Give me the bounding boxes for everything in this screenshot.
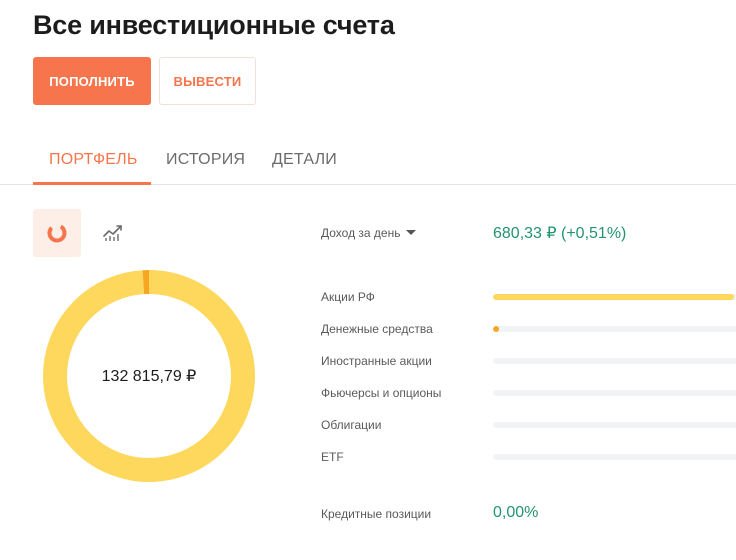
portfolio-donut-chart: 132 815,79 ₽ — [43, 270, 255, 482]
allocation-bar-fill — [493, 294, 734, 300]
allocation-label: ETF — [321, 450, 344, 464]
donut-view-toggle[interactable] — [33, 209, 81, 257]
line-chart-view-toggle[interactable] — [97, 217, 129, 249]
tab-portfolio[interactable]: ПОРТФЕЛЬ — [49, 151, 138, 169]
allocation-bar-track — [493, 454, 736, 460]
allocation-bar-track — [493, 294, 736, 300]
allocation-label: Фьючерсы и опционы — [321, 386, 442, 400]
page-title: Все инвестиционные счета — [33, 10, 395, 40]
allocation-label: Облигации — [321, 418, 382, 432]
daily-income-selector[interactable]: Доход за день — [321, 226, 417, 240]
active-tab-indicator — [33, 182, 151, 185]
allocation-bar-track — [493, 422, 736, 428]
allocation-bar-track — [493, 390, 736, 396]
line-chart-icon — [103, 225, 122, 241]
credit-positions-value: 0,00% — [493, 504, 539, 521]
daily-income-value: 680,33 ₽ (+0,51%) — [493, 225, 627, 242]
portfolio-total: 132 815,79 ₽ — [101, 368, 197, 385]
daily-income-label: Доход за день — [321, 226, 401, 240]
allocation-label: Иностранные акции — [321, 354, 432, 368]
allocation-bar-track — [493, 326, 736, 332]
caret-down-icon — [406, 230, 417, 236]
allocation-label: Акции РФ — [321, 290, 375, 304]
credit-positions-label: Кредитные позиции — [321, 507, 432, 521]
tab-history[interactable]: ИСТОРИЯ — [166, 151, 245, 169]
allocation-bar-fill — [493, 326, 499, 332]
donut-chart-icon — [47, 223, 67, 243]
allocation-bar-track — [493, 358, 736, 364]
withdraw-button[interactable]: ВЫВЕСТИ — [159, 57, 256, 105]
deposit-button[interactable]: ПОПОЛНИТЬ — [33, 57, 151, 105]
allocation-label: Денежные средства — [321, 322, 433, 336]
tab-details[interactable]: ДЕТАЛИ — [272, 151, 337, 169]
tab-bar: ПОРТФЕЛЬ ИСТОРИЯ ДЕТАЛИ — [0, 138, 736, 185]
